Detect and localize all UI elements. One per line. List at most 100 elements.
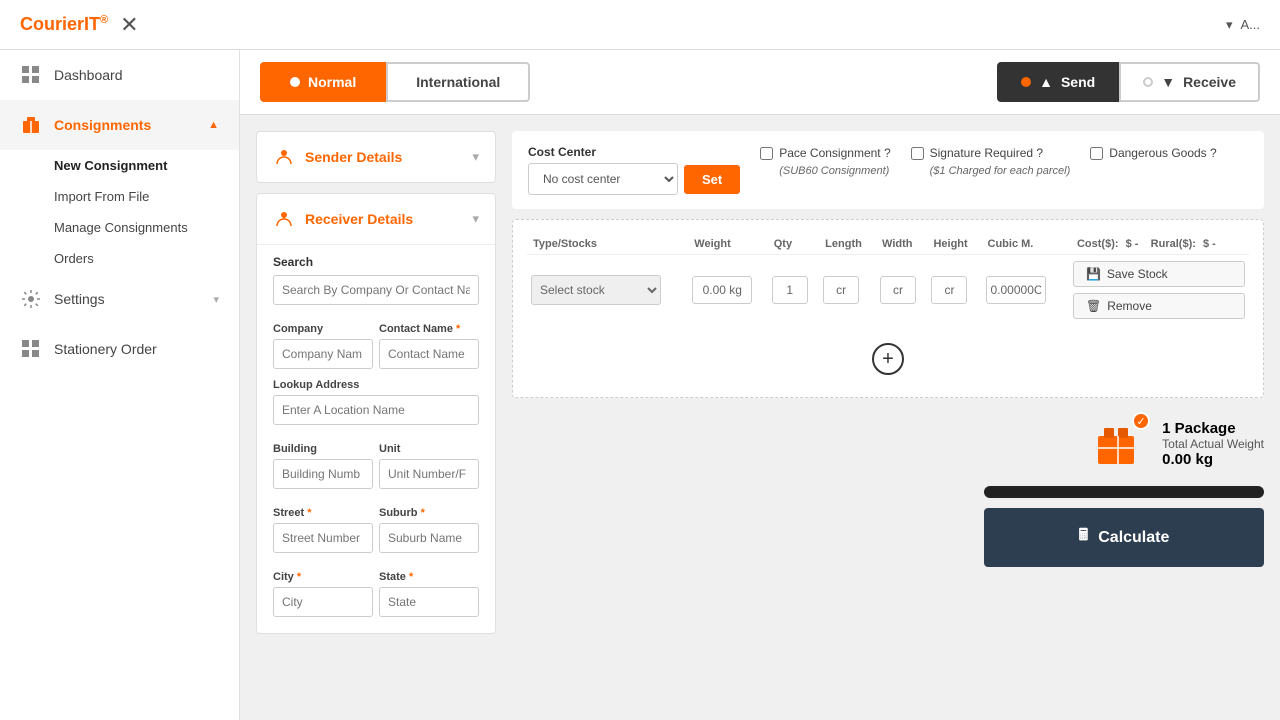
receiver-icon [273, 208, 295, 230]
sidebar-item-new-consignment[interactable]: New Consignment [54, 150, 239, 181]
right-panel: Cost Center No cost center Set Pace Cons… [512, 131, 1264, 704]
package-text: 1 Package Total Actual Weight 0.00 kg [1162, 420, 1264, 468]
weight-input[interactable] [692, 276, 752, 304]
radio-dot-receive [1143, 77, 1153, 87]
pace-label-group: Pace Consignment ? (SUB60 Consignment) [779, 145, 890, 179]
sidebar-item-consignments[interactable]: Consignments ▲ [0, 100, 239, 150]
save-icon: 💾 [1086, 267, 1101, 281]
topbar: CourierIT® ✕ ▾ A... [0, 0, 1280, 50]
contact-input[interactable] [379, 339, 479, 369]
company-input[interactable] [273, 339, 373, 369]
gear-icon [20, 288, 42, 310]
consignments-label: Consignments [54, 117, 151, 133]
package-icon-container: ✓ [1088, 414, 1148, 474]
sender-details-section: Sender Details ▾ [256, 131, 496, 183]
add-row-button[interactable]: + [872, 343, 904, 375]
cost-center-label: Cost Center [528, 145, 740, 159]
signature-group: Signature Required ? ($1 Charged for eac… [911, 145, 1071, 179]
unit-label: Unit [379, 443, 479, 455]
state-input[interactable] [379, 587, 479, 617]
sidebar: Dashboard Consignments ▲ New Consignment… [0, 50, 240, 720]
calculator-icon: 🖩 [1079, 524, 1089, 551]
arrow-down-icon: ▼ [1161, 74, 1175, 90]
building-col: Building [273, 433, 373, 489]
topbar-right: ▾ A... [1226, 17, 1260, 33]
sidebar-item-settings[interactable]: Settings ▾ [0, 274, 239, 324]
sender-icon [273, 146, 295, 168]
weight-cell [688, 255, 767, 326]
city-input[interactable] [273, 587, 373, 617]
sidebar-item-dashboard[interactable]: Dashboard [0, 50, 239, 100]
suburb-col: Suburb * [379, 497, 479, 553]
unit-input[interactable] [379, 459, 479, 489]
receiver-form: Search Company Contact Name [257, 244, 495, 633]
contact-required: * [456, 323, 460, 335]
building-input[interactable] [273, 459, 373, 489]
stock-type-select[interactable]: Select stock [531, 275, 661, 305]
bottom-summary: ✓ 1 Package Total Actual Weight 0.00 kg … [512, 414, 1264, 567]
settings-label: Settings [54, 291, 105, 307]
receiver-details-header[interactable]: Receiver Details ▾ [257, 194, 495, 244]
sender-details-header[interactable]: Sender Details ▾ [257, 132, 495, 182]
street-input[interactable] [273, 523, 373, 553]
action-buttons: ▲ Send ▼ Receive [997, 62, 1260, 102]
col-height: Height [927, 234, 981, 255]
sender-details-title: Sender Details [305, 149, 402, 165]
packages-count: 1 Package [1162, 420, 1264, 437]
grid-icon [20, 64, 42, 86]
set-button[interactable]: Set [684, 165, 740, 194]
signature-checkbox[interactable] [911, 147, 924, 160]
lookup-input[interactable] [273, 395, 479, 425]
sidebar-item-manage-consignments[interactable]: Manage Consignments [54, 212, 239, 243]
rural-value: $ - [1203, 238, 1216, 250]
main-layout: Dashboard Consignments ▲ New Consignment… [0, 50, 1280, 720]
calculate-button[interactable]: 🖩 Calculate [984, 508, 1264, 567]
content-area: Normal International ▲ Send ▼ Receive [240, 50, 1280, 720]
qty-input[interactable] [772, 276, 808, 304]
cost-center-select[interactable]: No cost center [528, 163, 678, 195]
pace-checkbox[interactable] [760, 147, 773, 160]
pace-note: (SUB60 Consignment) [779, 165, 889, 177]
street-suburb-row: Street * Suburb * [273, 497, 479, 553]
tab-normal[interactable]: Normal [260, 62, 386, 102]
package-summary-row: ✓ 1 Package Total Actual Weight 0.00 kg [1088, 414, 1264, 474]
sidebar-item-stationery[interactable]: Stationery Order [0, 324, 239, 374]
col-length: Length [819, 234, 876, 255]
col-width: Width [876, 234, 927, 255]
height-input[interactable] [931, 276, 967, 304]
table-row: Select stock [527, 255, 1249, 326]
city-col: City * [273, 561, 373, 617]
sender-chevron-icon: ▾ [472, 149, 479, 165]
signature-label: Signature Required ? [930, 146, 1043, 160]
dashboard-label: Dashboard [54, 67, 123, 83]
search-label: Search [273, 255, 479, 269]
col-qty: Qty [768, 234, 819, 255]
save-stock-button[interactable]: 💾 Save Stock [1073, 261, 1245, 287]
cubic-input[interactable] [986, 276, 1046, 304]
app-logo: CourierIT® [20, 14, 108, 35]
tab-international[interactable]: International [386, 62, 530, 102]
sidebar-item-import-from-file[interactable]: Import From File [54, 181, 239, 212]
length-input[interactable] [823, 276, 859, 304]
city-state-row: City * State * [273, 561, 479, 617]
dangerous-goods-group: Dangerous Goods ? [1090, 145, 1216, 162]
company-col: Company [273, 313, 373, 369]
sender-header-left: Sender Details [273, 146, 402, 168]
col-weight: Weight [688, 234, 767, 255]
suburb-input[interactable] [379, 523, 479, 553]
close-button[interactable]: ✕ [120, 12, 138, 38]
width-input[interactable] [880, 276, 916, 304]
receive-button[interactable]: ▼ Receive [1119, 62, 1260, 102]
dangerous-checkbox[interactable] [1090, 147, 1103, 160]
stationery-icon [20, 338, 42, 360]
remove-button[interactable]: 🗑 Remove [1073, 293, 1245, 319]
width-cell [876, 255, 927, 326]
search-input[interactable] [273, 275, 479, 305]
box-icon [20, 114, 42, 136]
contact-label: Contact Name * [379, 323, 479, 335]
radio-dot-send [1021, 77, 1031, 87]
send-button[interactable]: ▲ Send [997, 62, 1119, 102]
sidebar-sub-menu: New Consignment Import From File Manage … [0, 150, 239, 274]
cost-center-group: Cost Center No cost center Set [528, 145, 740, 195]
sidebar-item-orders[interactable]: Orders [54, 243, 239, 274]
